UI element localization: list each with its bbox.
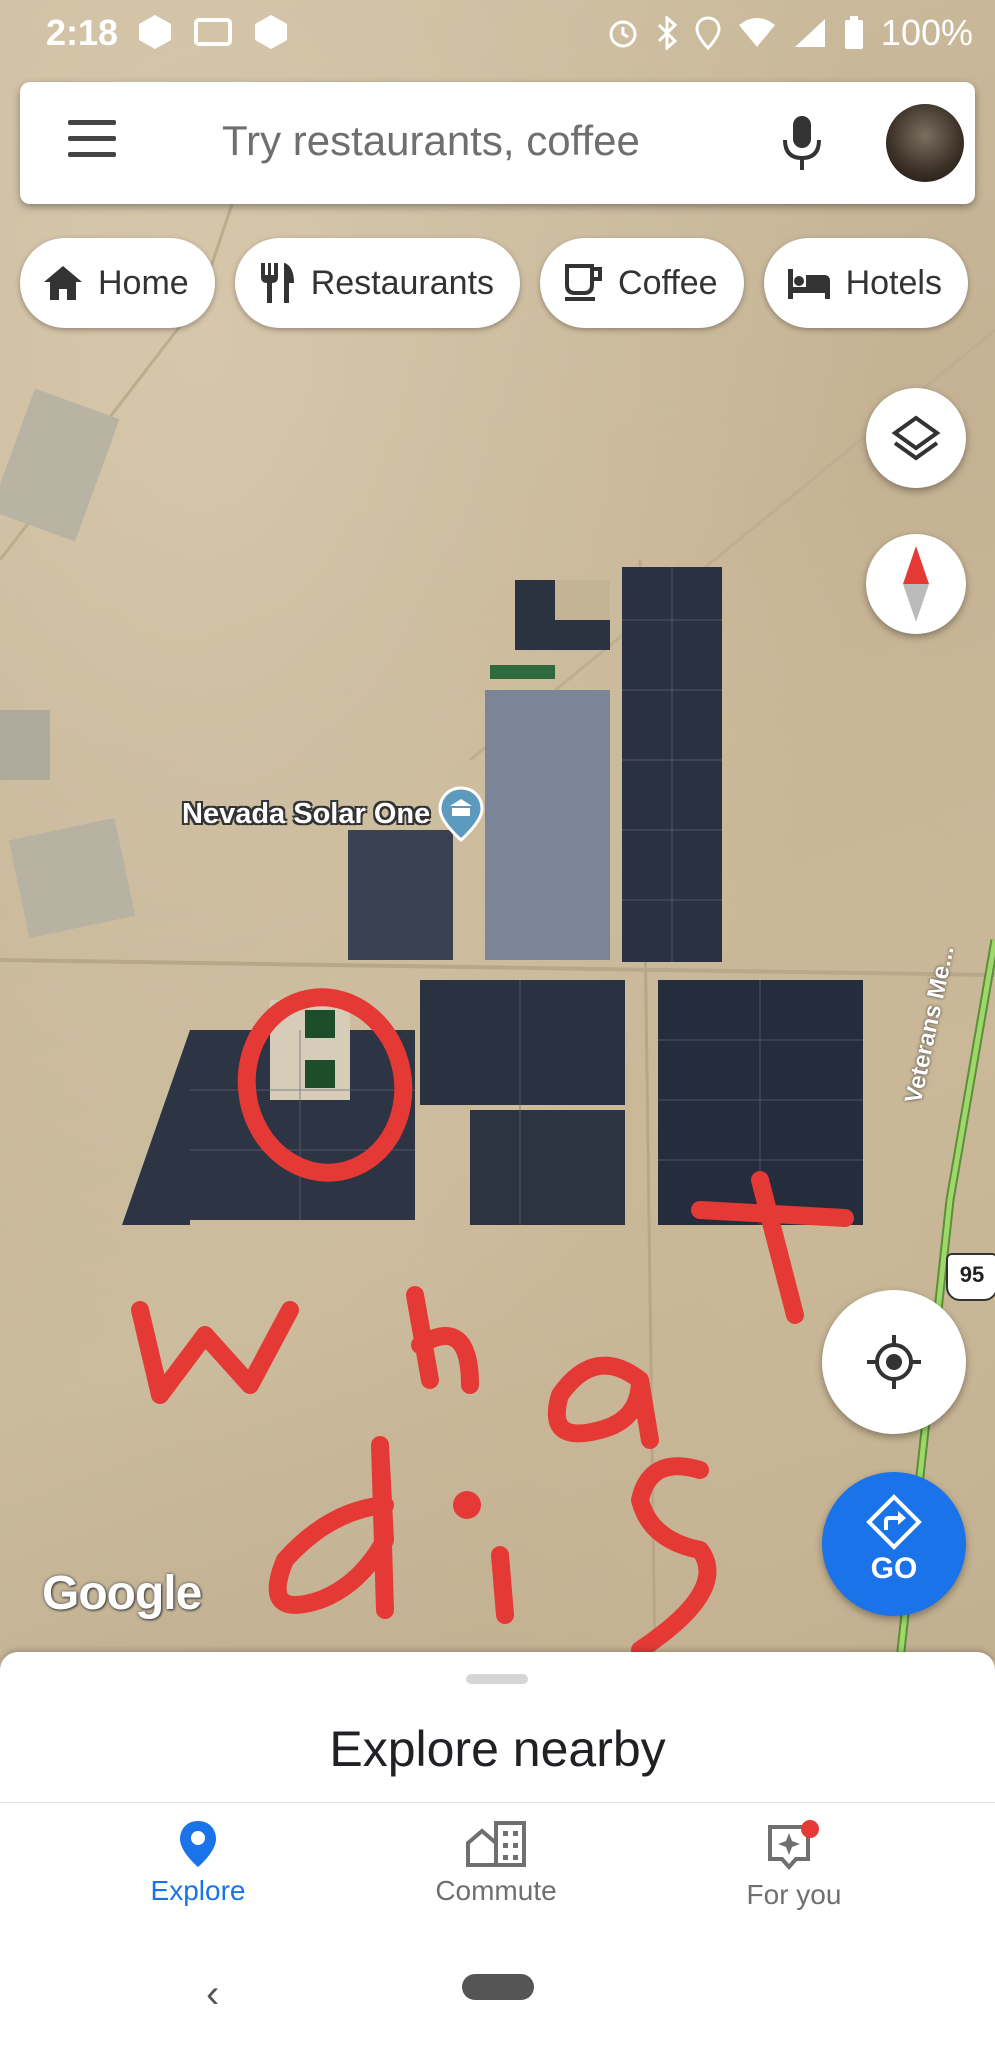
coffee-cup-icon [565,264,603,301]
go-button[interactable]: GO [822,1472,966,1616]
battery-level: 100% [880,12,973,53]
layers-button[interactable] [866,388,966,488]
tab-for-you[interactable]: For you [684,1819,904,1911]
my-location-icon [867,1335,921,1389]
google-logo: Google [42,1567,202,1620]
chip-hotels[interactable]: Hotels [763,238,968,328]
my-location-button[interactable] [822,1290,966,1434]
category-chips: Home Restaurants Coffee Hotels [20,238,968,328]
mail-icon [194,18,232,46]
chip-label: Coffee [618,263,718,302]
status-time: 2:18 [46,12,119,53]
chip-home[interactable]: Home [20,238,215,328]
poi-marker[interactable]: Nevada Solar One [182,786,484,842]
avatar[interactable] [886,104,964,182]
signal-icon [794,19,825,47]
home-pill[interactable] [462,1974,534,2000]
museum-pin-icon [438,786,484,842]
home-icon [44,266,82,300]
commute-building-icon [466,1821,526,1867]
microphone-icon[interactable] [780,114,824,172]
menu-icon[interactable] [68,120,116,166]
layers-icon [891,415,941,461]
bluetooth-icon [657,16,678,50]
wifi-icon [738,18,775,47]
for-you-sparkle-icon [768,1820,819,1871]
go-label: GO [870,1552,918,1585]
tab-label: For you [746,1879,842,1910]
chip-label: Home [98,263,189,302]
chip-label: Hotels [845,263,942,302]
tab-label: Commute [435,1875,557,1906]
location-pin-icon [180,1821,216,1867]
search-bar[interactable]: Try restaurants, coffee [20,82,975,204]
route-shield: 95 [946,1253,995,1301]
directions-icon [866,1494,922,1550]
chip-restaurants[interactable]: Restaurants [234,238,521,328]
chip-coffee[interactable]: Coffee [540,238,744,328]
location-icon [695,16,721,50]
alarm-icon [609,20,637,48]
notification-icon [139,15,171,49]
battery-icon [844,16,863,49]
compass-button[interactable] [866,534,966,634]
search-input[interactable]: Try restaurants, coffee [222,117,640,165]
sheet-handle[interactable] [466,1674,528,1684]
fork-knife-icon [260,263,294,303]
back-icon[interactable]: ‹ [206,1972,219,2017]
tab-explore[interactable]: Explore [88,1819,308,1907]
tab-commute[interactable]: Commute [386,1819,606,1907]
sheet-title: Explore nearby [329,1721,666,1777]
chip-label: Restaurants [310,263,495,302]
status-bar: 2:18 100% [0,0,995,64]
tab-label: Explore [150,1875,246,1906]
explore-sheet[interactable]: Explore nearby [0,1652,995,1802]
bottom-nav: Explore Commute For you [0,1802,995,1943]
poi-label: Nevada Solar One [182,797,431,830]
compass-icon [903,546,929,622]
notification-icon [255,15,287,49]
bed-icon [787,269,830,299]
